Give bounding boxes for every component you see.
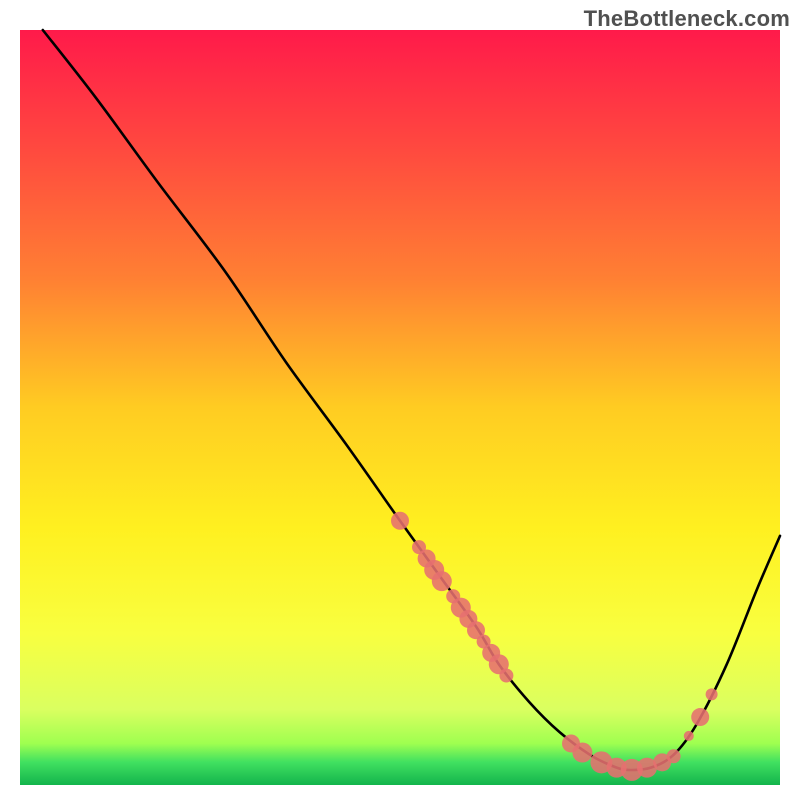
plot-area: [20, 30, 780, 785]
bottleneck-chart: [0, 0, 800, 800]
scatter-point: [572, 743, 592, 763]
scatter-point: [706, 688, 718, 700]
scatter-point: [391, 512, 409, 530]
scatter-point: [684, 731, 694, 741]
scatter-point: [432, 571, 452, 591]
watermark-text: TheBottleneck.com: [584, 6, 790, 32]
scatter-point: [691, 708, 709, 726]
scatter-point: [499, 669, 513, 683]
chart-stage: TheBottleneck.com: [0, 0, 800, 800]
scatter-point: [667, 749, 681, 763]
